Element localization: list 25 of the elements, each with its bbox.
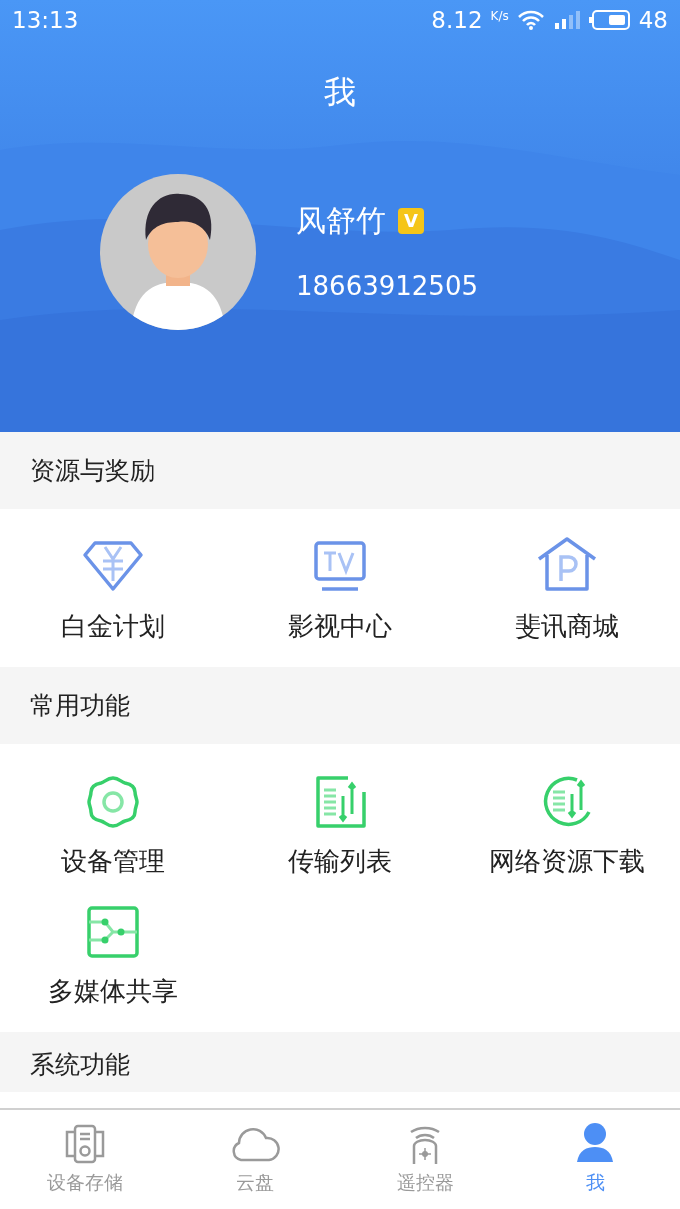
- wifi-icon: [516, 9, 545, 31]
- signal-icon: [552, 9, 581, 31]
- battery-level: 48: [638, 5, 668, 35]
- feature-item[interactable]: 多媒体共享: [0, 896, 227, 1026]
- section-title: 常用功能: [30, 689, 130, 722]
- section-title: 资源与奖励: [30, 454, 155, 487]
- feature-item[interactable]: 影视中心: [226, 531, 454, 661]
- gear-icon: [85, 774, 142, 830]
- storage-device-icon: [63, 1124, 107, 1165]
- feature-item[interactable]: 设备管理: [0, 766, 227, 896]
- battery-icon: [588, 9, 631, 31]
- feature-item[interactable]: 白金计划: [0, 531, 227, 661]
- phone-number: 18663912505: [296, 270, 478, 303]
- page-title: 我: [324, 72, 356, 113]
- network-speed: 8.12: [431, 5, 483, 35]
- verified-badge: V: [398, 207, 424, 234]
- person-icon: [575, 1122, 615, 1165]
- feature-item[interactable]: 斐讯商城: [453, 531, 680, 661]
- feature-item[interactable]: 网络资源下载: [453, 766, 680, 896]
- feature-item[interactable]: 传输列表: [226, 766, 454, 896]
- status-time: 13:13: [12, 5, 79, 35]
- user-name: 风舒竹: [296, 202, 386, 240]
- section-title: 系统功能: [30, 1050, 130, 1079]
- circuit-board-icon: [85, 904, 142, 960]
- network-speed-unit: K/s: [490, 8, 509, 25]
